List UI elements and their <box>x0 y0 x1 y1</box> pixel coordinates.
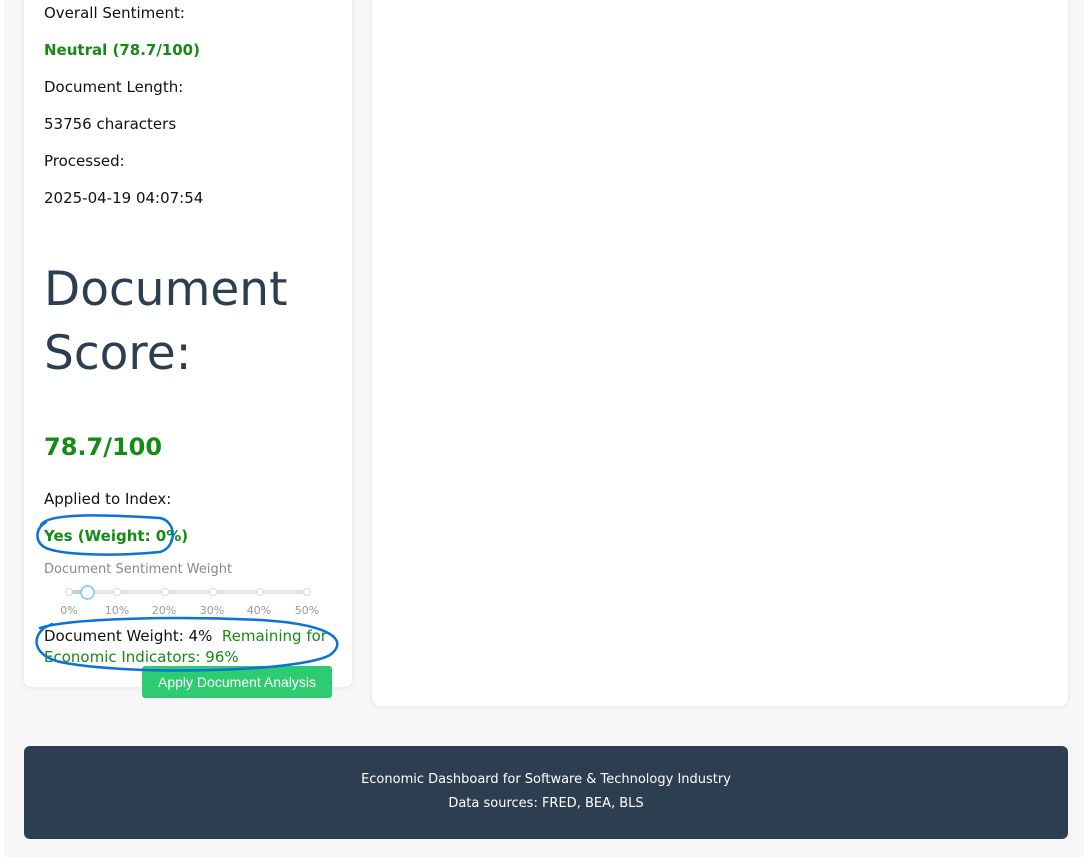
slider-step-dot[interactable] <box>256 588 264 596</box>
slider-step-dot[interactable] <box>161 588 169 596</box>
document-score-heading: Document Score: <box>44 258 344 386</box>
slider-tick-label: 20% <box>151 604 177 617</box>
applied-to-index-label: Applied to Index: <box>44 490 172 508</box>
slider-step-dot[interactable] <box>303 588 311 596</box>
footer-sources: Data sources: FRED, BEA, BLS <box>448 796 644 811</box>
processed-value: 2025-04-19 04:07:54 <box>44 189 204 207</box>
overall-sentiment-label: Overall Sentiment: <box>44 4 185 22</box>
sentiment-weight-label: Document Sentiment Weight <box>44 562 233 577</box>
slider-tick-label: 0% <box>60 604 78 617</box>
slider-step-dot[interactable] <box>65 588 73 596</box>
slider-tick-label: 30% <box>199 604 225 617</box>
processed-label: Processed: <box>44 152 125 170</box>
applied-to-index-value: Yes (Weight: 0%) <box>44 527 189 545</box>
weight-summary: Document Weight: 4% Remaining for Econom… <box>44 626 334 668</box>
document-score-value: 78.7/100 <box>44 433 163 461</box>
slider-tick-label: 50% <box>294 604 320 617</box>
footer: Economic Dashboard for Software & Techno… <box>24 746 1068 839</box>
slider-tick-label: 40% <box>246 604 272 617</box>
slider-step-dot[interactable] <box>113 588 121 596</box>
document-score-heading-line2: Score: <box>44 326 192 381</box>
slider-tick-label: 10% <box>104 604 130 617</box>
slider-step-dot[interactable] <box>209 588 217 596</box>
chart-panel <box>372 0 1068 706</box>
footer-title: Economic Dashboard for Software & Techno… <box>361 772 731 787</box>
document-length-value: 53756 characters <box>44 115 177 133</box>
document-score-heading-line1: Document <box>44 262 288 317</box>
slider-track[interactable] <box>68 590 308 594</box>
document-length-label: Document Length: <box>44 78 184 96</box>
document-weight-text: Document Weight: 4% <box>44 627 213 645</box>
apply-document-analysis-button[interactable]: Apply Document Analysis <box>142 666 332 698</box>
overall-sentiment-value: Neutral (78.7/100) <box>44 41 200 59</box>
